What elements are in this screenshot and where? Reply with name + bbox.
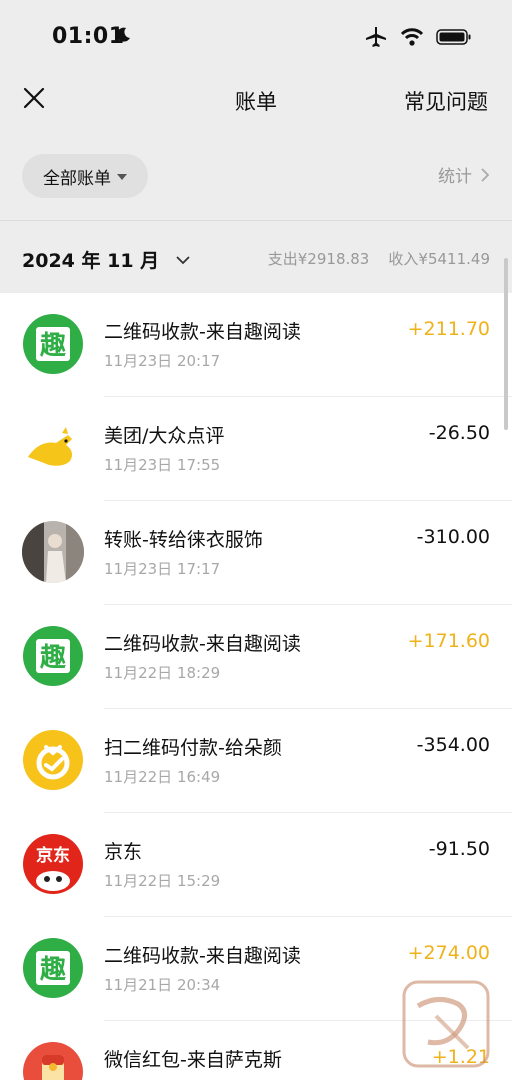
- qu-reading-icon: 趣: [22, 625, 84, 687]
- moon-icon: [116, 27, 130, 42]
- svg-text:京东: 京东: [36, 845, 70, 866]
- transaction-title: 二维码收款-来自趣阅读: [104, 633, 301, 655]
- transaction-row[interactable]: 趣 二维码收款-来自趣阅读 11月22日 18:29 +171.60: [0, 605, 512, 709]
- status-bar: 01:01: [0, 0, 512, 76]
- watermark-seal: [402, 980, 490, 1068]
- transaction-row[interactable]: 京东 京东 11月22日 15:29 -91.50: [0, 813, 512, 917]
- transaction-title: 二维码收款-来自趣阅读: [104, 945, 301, 967]
- month-income: 收入¥5411.49: [388, 250, 490, 268]
- transaction-date: 11月22日 15:29: [104, 872, 221, 890]
- month-header: 2024 年 11 月 支出¥2918.83 收入¥5411.49: [0, 221, 512, 293]
- svg-text:趣: 趣: [39, 955, 66, 985]
- month-expense: 支出¥2918.83: [267, 250, 370, 268]
- transaction-date: 11月21日 20:34: [104, 976, 221, 994]
- transaction-amount: -354.00: [416, 734, 490, 756]
- qu-reading-icon: 趣: [22, 937, 84, 999]
- stats-label: 统计: [438, 167, 472, 187]
- caret-down-icon: [117, 174, 127, 180]
- qu-reading-icon: 趣: [22, 313, 84, 375]
- transaction-row[interactable]: 扫二维码付款-给朵颜 11月22日 16:49 -354.00: [0, 709, 512, 813]
- airplane-icon: [366, 27, 386, 47]
- chevron-down-icon: [176, 255, 190, 264]
- transaction-title: 转账-转给徕衣服饰: [104, 529, 263, 551]
- transaction-date: 11月22日 16:49: [104, 768, 221, 786]
- svg-text:趣: 趣: [39, 331, 66, 361]
- transaction-list: 趣 二维码收款-来自趣阅读 11月23日 20:17 +211.70 美团/大众…: [0, 293, 512, 1080]
- jd-logo-icon: 京东: [22, 833, 84, 895]
- month-label: 2024 年 11 月: [22, 250, 160, 272]
- transaction-date: 11月23日 20:17: [104, 352, 221, 370]
- transaction-row[interactable]: 转账-转给徕衣服饰 11月23日 17:17 -310.00: [0, 501, 512, 605]
- user-photo-avatar: [22, 521, 84, 583]
- meituan-kangaroo-icon: [22, 417, 84, 479]
- transaction-title: 美团/大众点评: [104, 425, 225, 447]
- chevron-right-icon: [481, 167, 490, 182]
- transaction-amount: -310.00: [416, 526, 490, 548]
- red-packet-icon: [22, 1041, 84, 1080]
- wifi-icon: [400, 28, 424, 46]
- transaction-amount: -26.50: [428, 422, 490, 444]
- svg-text:趣: 趣: [39, 643, 66, 673]
- transaction-date: 11月22日 18:29: [104, 664, 221, 682]
- transaction-date: 11月23日 17:55: [104, 456, 221, 474]
- transaction-title: 京东: [104, 841, 143, 863]
- transaction-title: 二维码收款-来自趣阅读: [104, 321, 301, 343]
- scrollbar[interactable]: [504, 258, 508, 430]
- transaction-amount: +171.60: [407, 630, 490, 652]
- transaction-row[interactable]: 美团/大众点评 11月23日 17:55 -26.50: [0, 397, 512, 501]
- stats-link[interactable]: 统计: [438, 162, 490, 187]
- transaction-amount: +211.70: [407, 318, 490, 340]
- transaction-title: 扫二维码付款-给朵颜: [104, 737, 282, 759]
- transaction-date: 11月23日 17:17: [104, 560, 221, 578]
- nav-bar: 账单 常见问题: [0, 76, 512, 126]
- bill-filter-label: 全部账单: [43, 168, 111, 189]
- faq-link[interactable]: 常见问题: [404, 86, 488, 116]
- bag-payment-icon: [22, 729, 84, 791]
- transaction-amount: -91.50: [428, 838, 490, 860]
- month-selector[interactable]: 2024 年 11 月: [22, 246, 191, 273]
- status-icons: [364, 26, 472, 48]
- transaction-amount: +274.00: [407, 942, 490, 964]
- month-summary: 支出¥2918.83 收入¥5411.49: [268, 248, 490, 269]
- transaction-row[interactable]: 趣 二维码收款-来自趣阅读 11月23日 20:17 +211.70: [0, 293, 512, 397]
- bill-filter-dropdown[interactable]: 全部账单: [22, 154, 148, 198]
- battery-icon: [436, 29, 471, 45]
- transaction-title: 微信红包-来自萨克斯: [104, 1049, 282, 1071]
